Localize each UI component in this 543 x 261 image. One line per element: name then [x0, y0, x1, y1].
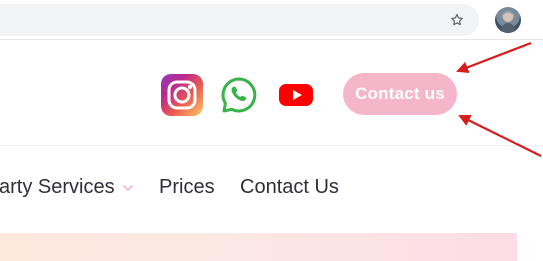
- main-navigation: arty Services Prices Contact Us: [0, 147, 543, 233]
- contact-us-button[interactable]: Contact us: [343, 73, 457, 115]
- address-bar[interactable]: [0, 4, 479, 36]
- nav-services[interactable]: arty Services: [0, 176, 135, 199]
- bookmark-star-icon[interactable]: [446, 9, 468, 31]
- whatsapp-icon[interactable]: [218, 74, 260, 116]
- nav-services-label: arty Services: [0, 176, 115, 198]
- youtube-icon[interactable]: [275, 74, 317, 116]
- nav-prices[interactable]: Prices: [159, 176, 215, 199]
- nav-contact-us[interactable]: Contact Us: [240, 176, 339, 199]
- hero-banner: [0, 233, 517, 261]
- instagram-icon[interactable]: [161, 74, 203, 116]
- page: Contact us arty Services Prices Contact …: [0, 0, 543, 261]
- profile-avatar[interactable]: [495, 7, 521, 33]
- site-header: Contact us: [0, 40, 543, 146]
- browser-toolbar: [0, 0, 543, 40]
- chevron-down-icon: [121, 181, 135, 195]
